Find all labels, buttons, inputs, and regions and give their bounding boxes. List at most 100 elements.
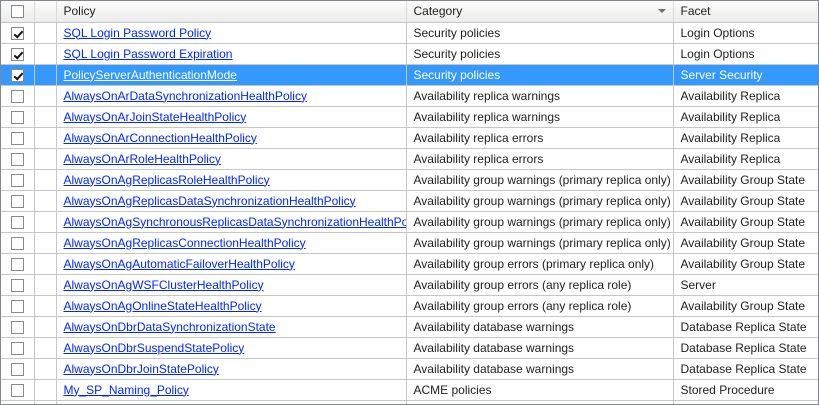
- policy-link[interactable]: AlwaysOnAgReplicasRoleHealthPolicy: [64, 173, 270, 187]
- category-cell: Security policies: [405, 42, 674, 65]
- category-cell: Availability group errors (primary repli…: [405, 252, 674, 275]
- table-row[interactable]: AlwaysOnAgReplicasConnectionHealthPolicy…: [1, 231, 818, 254]
- row-checkbox[interactable]: [10, 257, 24, 271]
- select-all-checkbox[interactable]: [10, 5, 24, 19]
- table-row[interactable]: My_SP_Naming_Policy ACME policies Stored…: [1, 378, 818, 401]
- facet-cell: Availability Group State: [672, 252, 818, 275]
- policy-cell: AlwaysOnArJoinStateHealthPolicy: [55, 105, 407, 128]
- column-header-policy-label: Policy: [63, 4, 96, 19]
- row-checkbox[interactable]: [10, 383, 24, 397]
- state-icon-cell: [33, 357, 57, 380]
- policy-link[interactable]: SQL Login Password Expiration: [64, 47, 233, 61]
- policy-cell: AlwaysOnAgOnlineStateHealthPolicy: [55, 294, 407, 317]
- category-cell: Availability group warnings (primary rep…: [405, 168, 674, 191]
- policy-link[interactable]: My_SP_Naming_Policy: [64, 383, 189, 397]
- row-checkbox[interactable]: [10, 215, 24, 229]
- policy-link[interactable]: AlwaysOnArConnectionHealthPolicy: [64, 131, 257, 145]
- table-row[interactable]: AlwaysOnDbrJoinStatePolicy Availability …: [1, 357, 818, 380]
- policy-link[interactable]: AlwaysOnAgWSFClusterHealthPolicy: [64, 278, 264, 292]
- table-row[interactable]: AlwaysOnDbrDataSynchronizationState Avai…: [1, 315, 818, 338]
- checkbox-cell: [1, 273, 35, 296]
- policy-cell: AlwaysOnDbrDataSynchronizationState: [55, 315, 407, 338]
- facet-cell: Availability Replica: [672, 126, 818, 149]
- category-cell: Availability group warnings (primary rep…: [405, 189, 674, 212]
- table-row[interactable]: AlwaysOnAgWSFClusterHealthPolicy Availab…: [1, 273, 818, 296]
- row-checkbox[interactable]: [10, 194, 24, 208]
- checkbox-cell: [1, 231, 35, 254]
- row-checkbox[interactable]: [10, 299, 24, 313]
- table-row[interactable]: AlwaysOnAgSynchronousReplicasDataSynchro…: [1, 210, 818, 233]
- checkbox-cell: [1, 357, 35, 380]
- row-checkbox[interactable]: [10, 362, 24, 376]
- policy-link[interactable]: AlwaysOnDbrSuspendStatePolicy: [64, 341, 245, 355]
- checkbox-cell: [1, 252, 35, 275]
- checkbox-cell: [1, 378, 35, 401]
- table-row[interactable]: AlwaysOnArConnectionHealthPolicy Availab…: [1, 126, 818, 149]
- policy-link[interactable]: AlwaysOnArRoleHealthPolicy: [64, 152, 221, 166]
- checkbox-cell: [1, 399, 35, 404]
- policy-link[interactable]: AlwaysOnArDataSynchronizationHealthPolic…: [64, 89, 307, 103]
- checkbox-cell: [1, 168, 35, 191]
- table-row[interactable]: AlwaysOnArDataSynchronizationHealthPolic…: [1, 84, 818, 107]
- facet-cell: Availability Replica: [672, 147, 818, 170]
- row-checkbox[interactable]: [10, 278, 24, 292]
- checkbox-cell: [1, 63, 35, 86]
- policy-link[interactable]: AlwaysOnDbrJoinStatePolicy: [64, 362, 219, 376]
- row-checkbox[interactable]: [10, 68, 24, 82]
- row-checkbox[interactable]: [10, 236, 24, 250]
- policy-link[interactable]: AlwaysOnAgReplicasDataSynchronizationHea…: [64, 194, 356, 208]
- column-header-policy[interactable]: Policy: [56, 1, 407, 23]
- policy-link[interactable]: AlwaysOnAgSynchronousReplicasDataSynchro…: [64, 215, 406, 229]
- row-checkbox[interactable]: [10, 26, 24, 40]
- state-icon-cell: [33, 105, 57, 128]
- row-checkbox[interactable]: [10, 131, 24, 145]
- state-icon-cell: [33, 273, 57, 296]
- policy-cell: My_SP_Naming_Policy: [55, 378, 407, 401]
- policy-link[interactable]: AlwaysOnAgReplicasConnectionHealthPolicy: [64, 236, 306, 250]
- table-row[interactable]: AlwaysOnAgReplicasRoleHealthPolicy Avail…: [1, 168, 818, 191]
- category-cell: Availability replica warnings: [405, 105, 674, 128]
- table-row[interactable]: PolicyCustomersCount ACME policies Serve…: [1, 399, 818, 404]
- column-header-category[interactable]: Category: [406, 1, 674, 23]
- row-checkbox[interactable]: [10, 173, 24, 187]
- facet-cell: Availability Group State: [672, 294, 818, 317]
- policy-link[interactable]: SQL Login Password Policy: [64, 26, 212, 40]
- policy-link[interactable]: AlwaysOnArJoinStateHealthPolicy: [64, 110, 247, 124]
- checkbox-cell: [1, 84, 35, 107]
- policy-cell: SQL Login Password Expiration: [55, 42, 407, 65]
- checkbox-cell: [1, 189, 35, 212]
- row-checkbox[interactable]: [10, 341, 24, 355]
- policy-link[interactable]: AlwaysOnAgAutomaticFailoverHealthPolicy: [64, 257, 295, 271]
- table-row[interactable]: SQL Login Password Expiration Security p…: [1, 42, 818, 65]
- policy-cell: SQL Login Password Policy: [55, 21, 407, 44]
- facet-cell: Server: [672, 399, 818, 404]
- category-cell: Availability replica errors: [405, 126, 674, 149]
- table-row[interactable]: AlwaysOnAgAutomaticFailoverHealthPolicy …: [1, 252, 818, 275]
- category-cell: ACME policies: [405, 399, 674, 404]
- policy-link[interactable]: AlwaysOnDbrDataSynchronizationState: [64, 320, 276, 334]
- table-row[interactable]: AlwaysOnDbrSuspendStatePolicy Availabili…: [1, 336, 818, 359]
- row-checkbox[interactable]: [10, 47, 24, 61]
- row-checkbox[interactable]: [10, 152, 24, 166]
- checkbox-cell: [1, 105, 35, 128]
- facet-cell: Database Replica State: [672, 357, 818, 380]
- state-icon-cell: [33, 126, 57, 149]
- column-header-facet[interactable]: Facet: [673, 1, 818, 23]
- table-row[interactable]: AlwaysOnArRoleHealthPolicy Availability …: [1, 147, 818, 170]
- row-checkbox[interactable]: [10, 110, 24, 124]
- row-checkbox[interactable]: [10, 320, 24, 334]
- state-icon-cell: [33, 210, 57, 233]
- category-cell: Security policies: [405, 21, 674, 44]
- table-row[interactable]: AlwaysOnArJoinStateHealthPolicy Availabi…: [1, 105, 818, 128]
- policy-cell: PolicyServerAuthenticationMode: [55, 63, 407, 86]
- table-row[interactable]: PolicyServerAuthenticationMode Security …: [1, 63, 818, 86]
- table-row[interactable]: AlwaysOnAgOnlineStateHealthPolicy Availa…: [1, 294, 818, 317]
- policy-link[interactable]: PolicyServerAuthenticationMode: [64, 68, 237, 82]
- row-checkbox[interactable]: [10, 89, 24, 103]
- policy-link[interactable]: AlwaysOnAgOnlineStateHealthPolicy: [64, 299, 262, 313]
- facet-cell: Database Replica State: [672, 315, 818, 338]
- table-row[interactable]: AlwaysOnAgReplicasDataSynchronizationHea…: [1, 189, 818, 212]
- table-row[interactable]: SQL Login Password Policy Security polic…: [1, 21, 818, 44]
- state-icon-cell: [33, 63, 57, 86]
- state-icon-cell: [33, 84, 57, 107]
